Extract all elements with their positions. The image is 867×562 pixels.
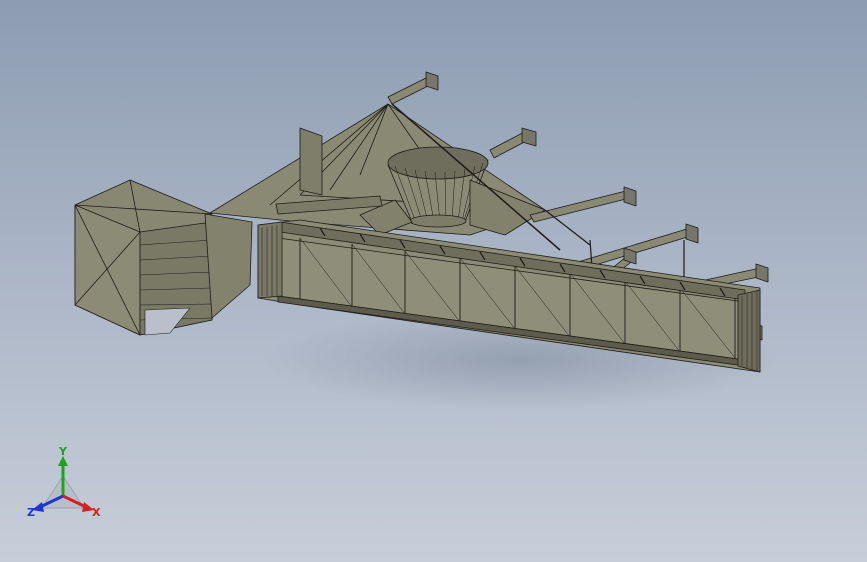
conveyor-assembly-model[interactable] xyxy=(0,0,867,562)
triad-y-label: Y xyxy=(58,446,68,458)
graphics-viewport[interactable]: Y X Z xyxy=(0,0,867,562)
orientation-triad[interactable]: Y X Z xyxy=(22,446,112,526)
triad-x-label: X xyxy=(92,506,101,519)
triad-z-label: Z xyxy=(27,506,35,519)
